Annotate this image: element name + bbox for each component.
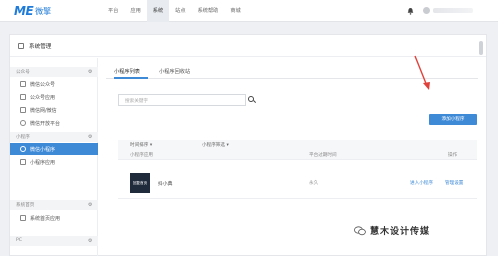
watermark: 慧木设计传媒 <box>354 224 430 237</box>
watermark-text: 慧木设计传媒 <box>370 227 431 237</box>
wechat-icon <box>354 225 366 235</box>
annotation-arrow <box>414 55 430 90</box>
